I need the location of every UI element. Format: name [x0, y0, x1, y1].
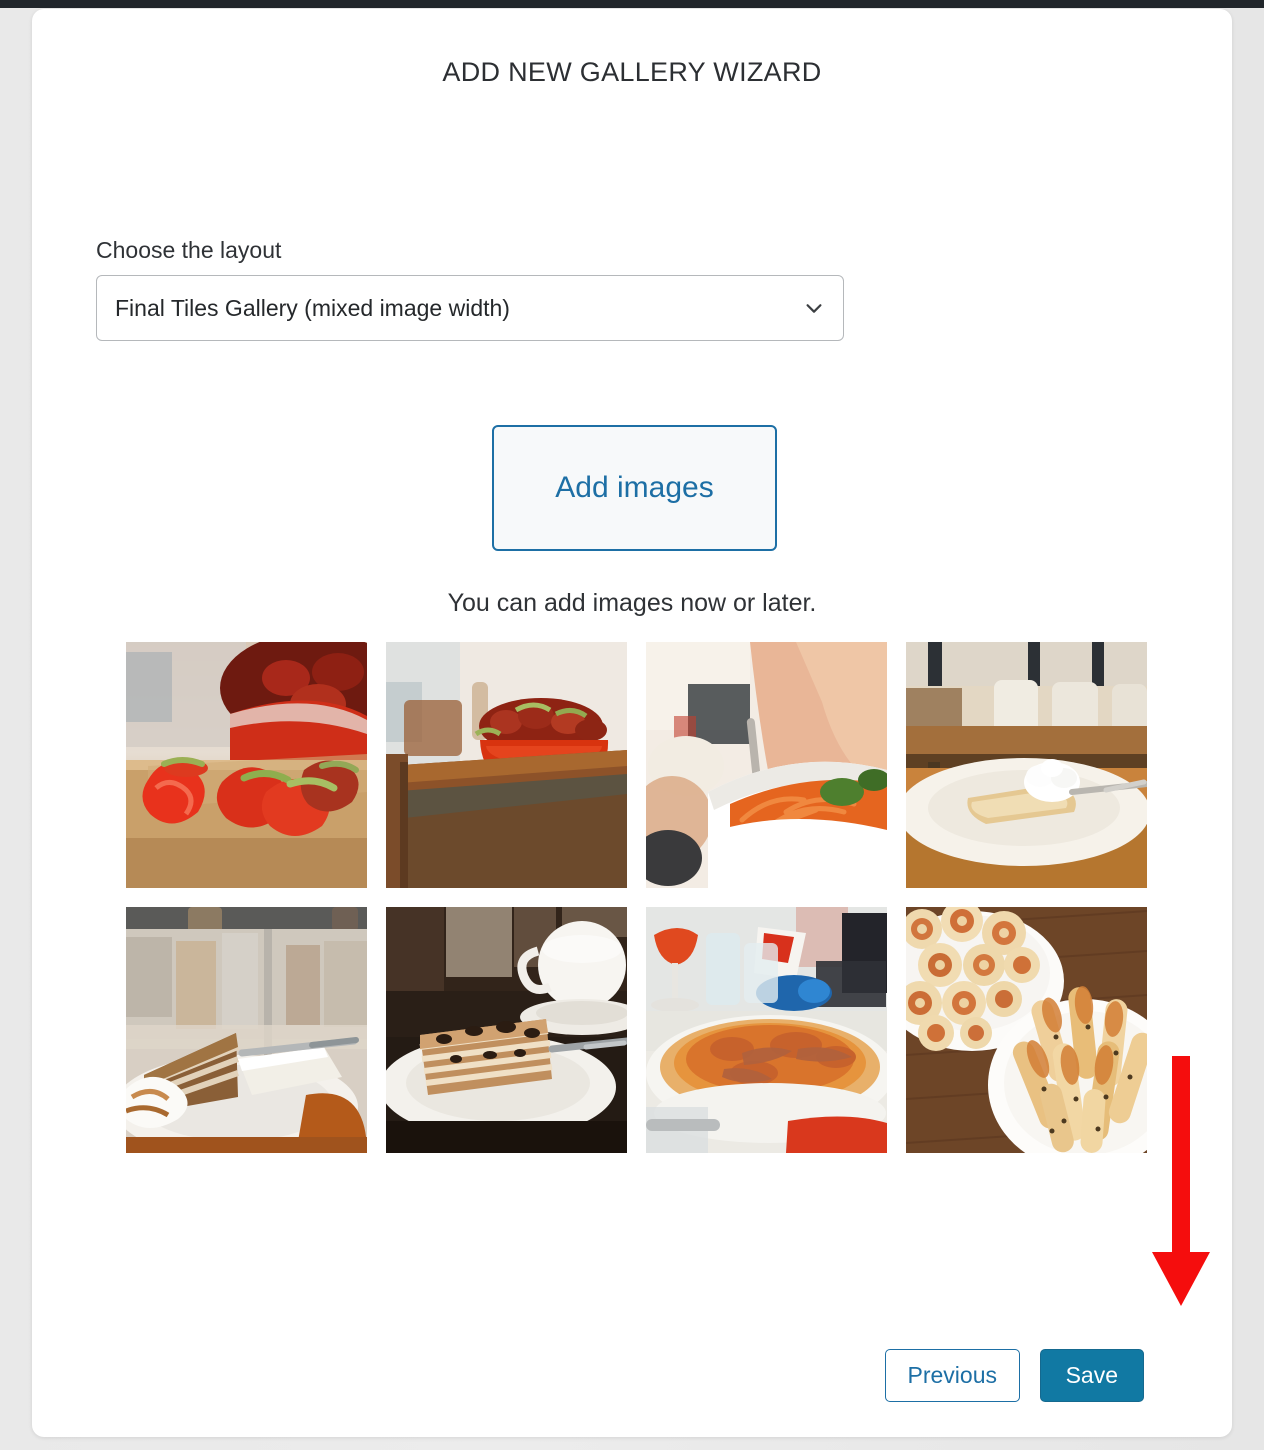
layout-field-label: Choose the layout: [96, 237, 282, 263]
gallery-thumbnail[interactable]: [126, 642, 367, 888]
gallery-thumbnail[interactable]: [646, 642, 887, 888]
gallery-thumbnail[interactable]: [906, 907, 1147, 1153]
wizard-footer: Previous Save: [32, 1349, 1232, 1409]
gallery-thumbnail[interactable]: [126, 907, 367, 1153]
add-images-hint: You can add images now or later.: [447, 589, 817, 617]
gallery-thumbnail[interactable]: [386, 642, 627, 888]
browser-chrome-strip: [0, 0, 1264, 8]
screenshot-root: ADD NEW GALLERY WIZARD Choose the layout…: [0, 0, 1264, 1450]
gallery-thumbnail[interactable]: [646, 907, 887, 1153]
layout-select-value: Final Tiles Gallery (mixed image width): [115, 294, 510, 321]
page-title: ADD NEW GALLERY WIZARD: [442, 57, 822, 87]
save-button[interactable]: Save: [1039, 1349, 1144, 1402]
chevron-down-icon: [803, 297, 825, 319]
gallery-thumbnail[interactable]: [386, 907, 627, 1153]
thumbnail-grid: [126, 642, 1148, 1153]
add-images-button[interactable]: Add images: [492, 425, 777, 551]
layout-select[interactable]: Final Tiles Gallery (mixed image width): [96, 275, 844, 341]
previous-button[interactable]: Previous: [884, 1349, 1020, 1402]
gallery-wizard-card: ADD NEW GALLERY WIZARD Choose the layout…: [32, 9, 1232, 1437]
gallery-thumbnail[interactable]: [906, 642, 1147, 888]
